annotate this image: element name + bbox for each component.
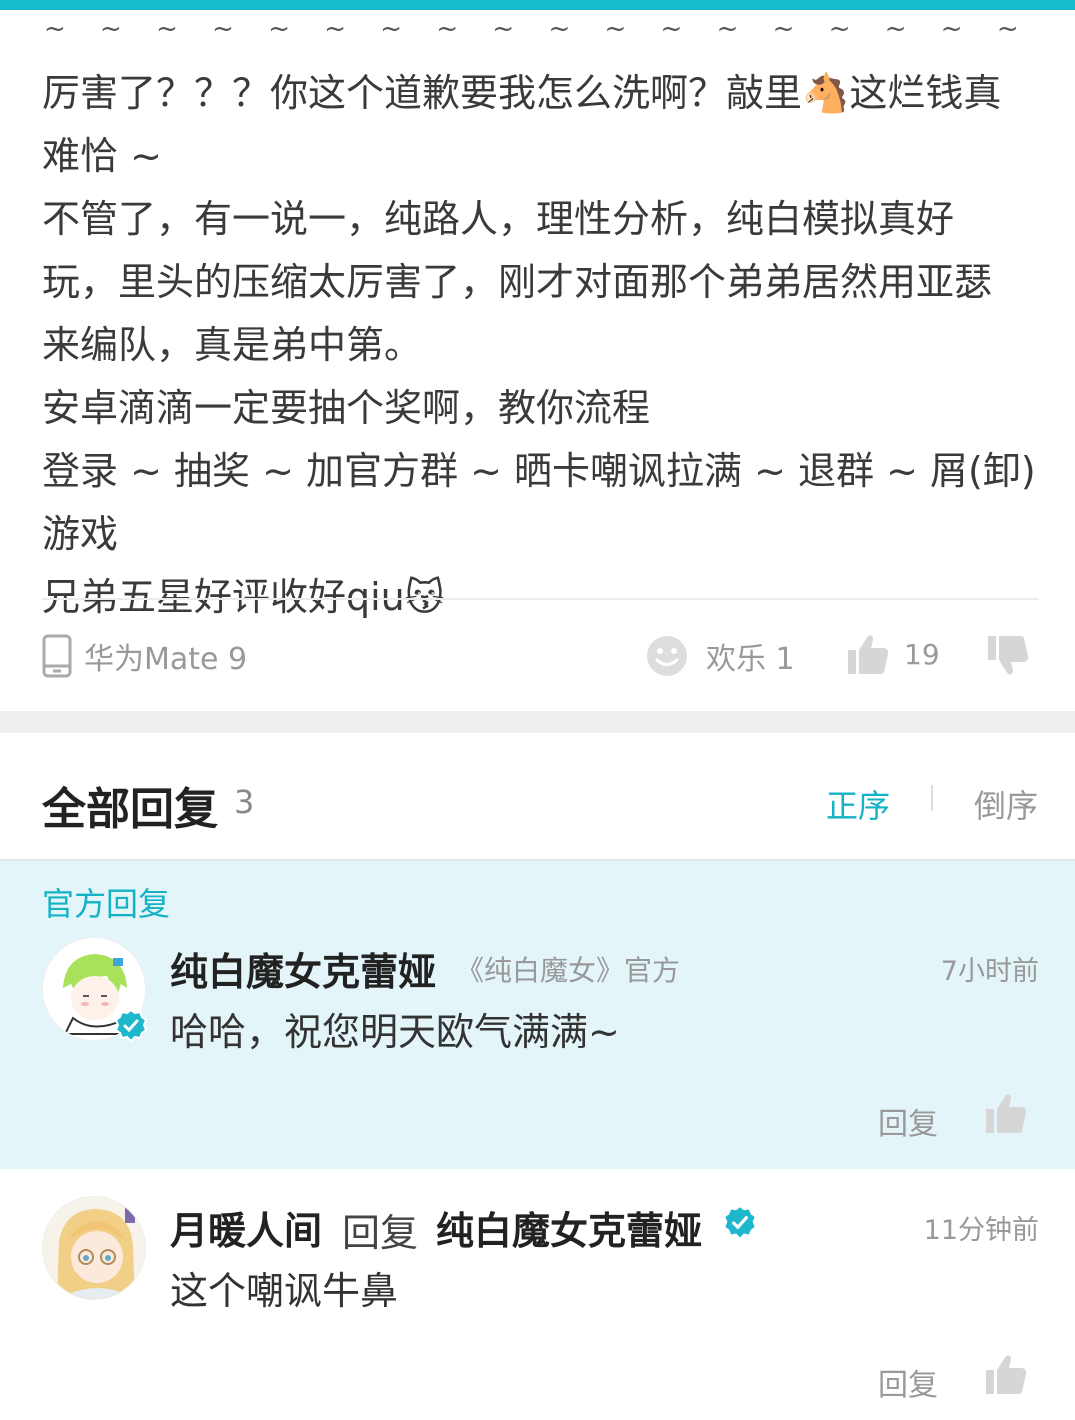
reply-to-word: 回复	[342, 1211, 419, 1255]
replies-count: 3	[234, 783, 255, 821]
review-line: 厉害了？？？你这个道歉要我怎么洗啊？敲里🐴这烂钱真	[42, 71, 1002, 115]
sort-ascending-tab[interactable]: 正序	[826, 781, 890, 827]
review-line: 安卓滴滴一定要抽个奖啊，教你流程	[42, 386, 651, 430]
like-button[interactable]: 19	[846, 632, 940, 676]
reply-target-name[interactable]: 纯白魔女克蕾娅	[436, 1200, 702, 1255]
review-body: 厉害了？？？你这个道歉要我怎么洗啊？敲里🐴这烂钱真 难恰 ~ 不管了，有一说一，…	[42, 62, 1042, 629]
verified-badge-icon	[722, 1205, 758, 1241]
thumbs-up-icon	[848, 635, 889, 674]
reply-author-name[interactable]: 纯白魔女克蕾娅	[170, 941, 436, 996]
like-count: 19	[904, 637, 940, 671]
device-name: 华为Mate 9	[84, 642, 248, 677]
divider	[42, 598, 1039, 600]
review-line: 登录 ~ 抽奖 ~ 加官方群 ~ 晒卡嘲讽拉满 ~ 退群 ~ 屑(卸)游戏	[42, 449, 1036, 556]
top-accent-bar	[0, 0, 1075, 10]
reply-time: 11分钟前	[923, 1215, 1039, 1246]
smiley-icon	[647, 636, 687, 676]
replies-header: 全部回复 3 正序 倒序	[0, 733, 1075, 859]
reply-time: 7小时前	[940, 956, 1039, 987]
reaction-label: 欢乐 1	[706, 642, 795, 677]
phone-icon	[42, 634, 72, 678]
verified-badge-icon	[114, 1009, 148, 1043]
avatar-image	[43, 1197, 145, 1299]
sort-descending-tab[interactable]: 倒序	[974, 781, 1038, 827]
section-gap	[0, 711, 1075, 733]
reaction-button[interactable]: 欢乐 1	[646, 634, 795, 678]
reply-content: 这个嘲讽牛鼻	[170, 1269, 399, 1313]
dislike-button[interactable]	[986, 634, 1030, 682]
review-line: 不管了，有一说一，纯路人，理性分析，纯白模拟真好	[42, 197, 955, 241]
thumbs-up-icon[interactable]	[984, 1352, 1028, 1396]
device-info: 华为Mate 9	[42, 634, 247, 678]
review-line: 玩，里头的压缩太厉害了，刚才对面那个弟弟居然用亚瑟	[42, 260, 993, 304]
review-line: 难恰 ~	[42, 134, 162, 178]
reply-author-subtitle: 《纯白魔女》官方	[456, 954, 681, 987]
official-reply-tag: 官方回复	[42, 885, 171, 923]
tilde-decoration: ~ ~ ~ ~ ~ ~ ~ ~ ~ ~ ~ ~ ~ ~ ~ ~ ~ ~ ~ ~ …	[44, 14, 1044, 44]
review-line: 来编队，真是弟中第。	[42, 323, 423, 367]
review-footer: 华为Mate 9 欢乐 1 19	[0, 620, 1075, 692]
thumbs-up-icon[interactable]	[984, 1091, 1028, 1135]
thumbs-down-icon	[988, 636, 1029, 675]
avatar[interactable]	[42, 1196, 146, 1300]
reply-button[interactable]: 回复	[878, 1099, 938, 1143]
official-reply: 官方回复 纯白魔女克蕾娅 《纯白魔女》官方 7小时前 哈哈，祝您明天欧气满满~ …	[0, 859, 1075, 1169]
avatar[interactable]	[42, 937, 148, 1043]
replies-title: 全部回复	[42, 784, 218, 835]
sort-separator	[931, 785, 933, 811]
reply-button[interactable]: 回复	[878, 1360, 938, 1404]
reply-content: 哈哈，祝您明天欧气满满~	[170, 1010, 620, 1054]
reply-author-name[interactable]: 月暖人间	[170, 1200, 322, 1255]
